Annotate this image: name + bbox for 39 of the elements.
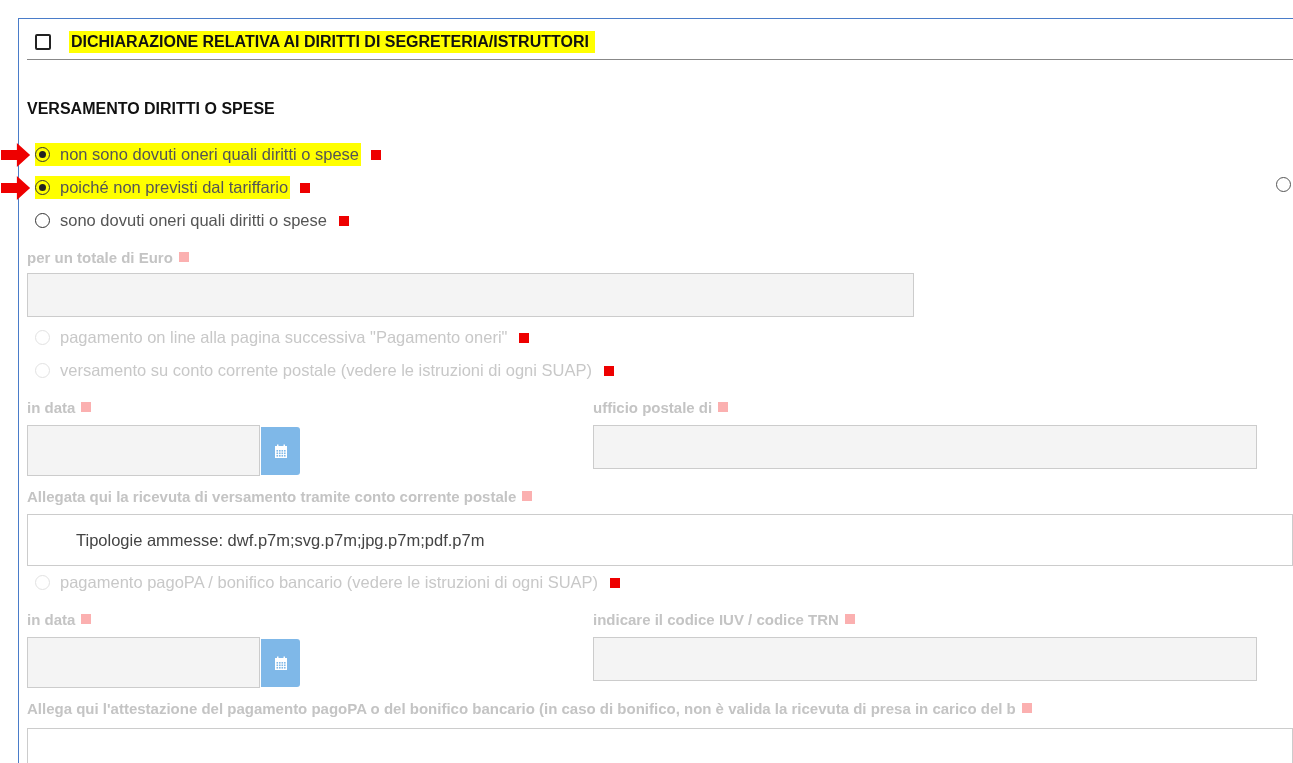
arrow-icon xyxy=(1,174,31,201)
required-marker-icon xyxy=(1021,703,1032,713)
required-marker-icon xyxy=(300,182,311,193)
option-label: sono dovuti oneri quali diritti o spese xyxy=(60,211,327,230)
section-title: DICHIARAZIONE RELATIVA AI DIRITTI DI SEGRETERIA/ISTRUTTORI xyxy=(69,31,595,53)
arrow-icon xyxy=(1,141,31,168)
checkbox[interactable] xyxy=(35,34,51,50)
text-field[interactable] xyxy=(593,637,1257,681)
required-marker-icon xyxy=(338,215,349,226)
radio-button[interactable] xyxy=(1276,177,1291,192)
option-label: poiché non previsti dal tariffario xyxy=(60,178,289,197)
field-label: in data xyxy=(27,398,76,416)
calendar-button[interactable] xyxy=(261,427,300,475)
text-field[interactable] xyxy=(27,273,914,317)
calendar-icon xyxy=(273,655,288,671)
date-field[interactable] xyxy=(27,637,260,688)
field-label: Allegata qui la ricevuta di versamento tramite conto corrente postale xyxy=(27,487,517,505)
calendar-button[interactable] xyxy=(261,639,300,687)
file-upload-field[interactable] xyxy=(27,728,1293,763)
required-marker-icon xyxy=(610,577,621,588)
field-label: Allega qui l'attestazione del pagamento pagoPA o del bonifico bancario (in caso di bonifico, non è valida la ricevuta di presa in carico del b xyxy=(27,699,1016,717)
required-marker-icon xyxy=(81,614,92,624)
required-marker-icon xyxy=(519,332,530,343)
text-field[interactable] xyxy=(593,425,1257,469)
field-label: indicare il codice IUV / codice TRN xyxy=(593,610,839,628)
field-label: per un totale di Euro xyxy=(27,248,173,266)
required-marker-icon xyxy=(522,491,533,501)
calendar-icon xyxy=(273,443,288,459)
required-marker-icon xyxy=(178,252,189,262)
required-marker-icon xyxy=(844,614,855,624)
required-marker-icon xyxy=(718,402,729,412)
option-label: non sono dovuti oneri quali diritti o spese xyxy=(60,145,360,164)
field-label: ufficio postale di xyxy=(593,398,713,416)
required-marker-icon xyxy=(603,365,614,376)
required-marker-icon xyxy=(371,149,382,160)
required-marker-icon xyxy=(81,402,92,412)
section-heading: VERSAMENTO DIRITTI O SPESE xyxy=(27,100,276,118)
date-field[interactable] xyxy=(27,425,260,476)
field-label: in data xyxy=(27,610,76,628)
